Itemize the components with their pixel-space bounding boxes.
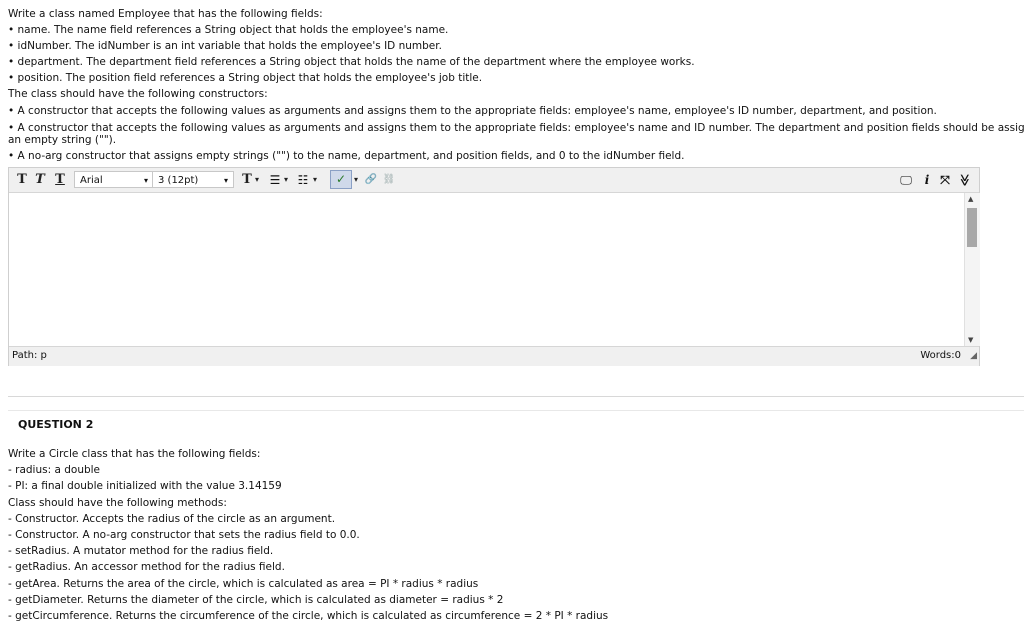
text-color-button[interactable]: T [238,171,256,189]
font-family-value: Arial [80,175,103,186]
spellcheck-icon[interactable]: ✓ [330,170,352,189]
q2-line: - PI: a final double initialized with th… [8,480,282,492]
q1-line: • position. The position field reference… [8,72,483,84]
preview-icon[interactable]: 🖵 [897,171,915,189]
bold-button[interactable]: T [13,171,31,189]
question-2-title: QUESTION 2 [18,418,94,431]
numbered-list-icon[interactable]: ☷ [295,171,311,189]
q2-line: - getArea. Returns the area of the circl… [8,578,479,590]
q1-line: • name. The name field references a Stri… [8,24,449,36]
q2-line: - setRadius. A mutator method for the ra… [8,545,274,557]
q1-line: • A constructor that accepts the followi… [8,122,1024,134]
q2-line: - Constructor. Accepts the radius of the… [8,513,336,525]
q1-line: • A constructor that accepts the followi… [8,105,937,117]
scroll-down-icon[interactable]: ▼ [968,336,973,344]
unlink-icon[interactable]: ⛓ [381,171,397,189]
underline-button[interactable]: T [51,171,69,189]
scroll-up-icon[interactable]: ▲ [968,195,973,203]
scroll-thumb[interactable] [967,208,977,247]
q2-line: Write a Circle class that has the follow… [8,448,261,460]
word-count: Words:0 [920,350,961,361]
expand-toolbar-icon[interactable]: ≫ [956,172,974,188]
q1-line: an empty string (""). [8,134,117,146]
font-size-value: 3 (12pt) [158,175,199,186]
q1-line: The class should have the following cons… [8,88,268,100]
element-path: Path: p [12,350,47,361]
chevron-down-icon[interactable]: ▾ [255,171,259,189]
q2-line: - getRadius. An accessor method for the … [8,561,285,573]
editor-status-bar: Path: p Words:0 ◢ [9,346,979,366]
chevron-down-icon: ▾ [143,176,148,185]
info-icon[interactable]: i [920,171,934,189]
fullscreen-icon[interactable]: ⤧ [937,171,953,189]
chevron-down-icon: ▾ [223,176,228,185]
editor-text-area[interactable] [9,193,964,346]
editor-toolbar: T T T Arial ▾ 3 (12pt) ▾ T ▾ ☰ ▾ ☷ ▾ ✓ ▾… [9,168,979,193]
q1-line: • department. The department field refer… [8,56,695,68]
font-size-select[interactable]: 3 (12pt) ▾ [152,171,234,188]
editor-scrollbar[interactable]: ▲ ▼ [964,193,980,346]
q1-line: Write a class named Employee that has th… [8,8,323,20]
section-divider [8,396,1024,397]
q1-line: • idNumber. The idNumber is an int varia… [8,40,442,52]
italic-button[interactable]: T [31,171,49,189]
chevron-down-icon[interactable]: ▾ [313,171,317,189]
q2-line: - radius: a double [8,464,101,476]
resize-grip-icon[interactable]: ◢ [970,347,977,365]
chevron-down-icon[interactable]: ▾ [284,171,288,189]
chevron-down-icon[interactable]: ▾ [354,171,358,189]
q2-line: - Constructor. A no-arg constructor that… [8,529,360,541]
answer-editor: T T T Arial ▾ 3 (12pt) ▾ T ▾ ☰ ▾ ☷ ▾ ✓ ▾… [8,167,980,366]
q2-line: - getDiameter. Returns the diameter of t… [8,594,504,606]
section-divider [8,410,1024,411]
link-icon[interactable]: 🔗 [363,171,379,189]
q1-line: • A no-arg constructor that assigns empt… [8,150,685,162]
bullet-list-icon[interactable]: ☰ [267,171,283,189]
font-family-select[interactable]: Arial ▾ [74,171,154,188]
q2-line: - getCircumference. Returns the circumfe… [8,610,609,622]
q2-line: Class should have the following methods: [8,497,227,509]
